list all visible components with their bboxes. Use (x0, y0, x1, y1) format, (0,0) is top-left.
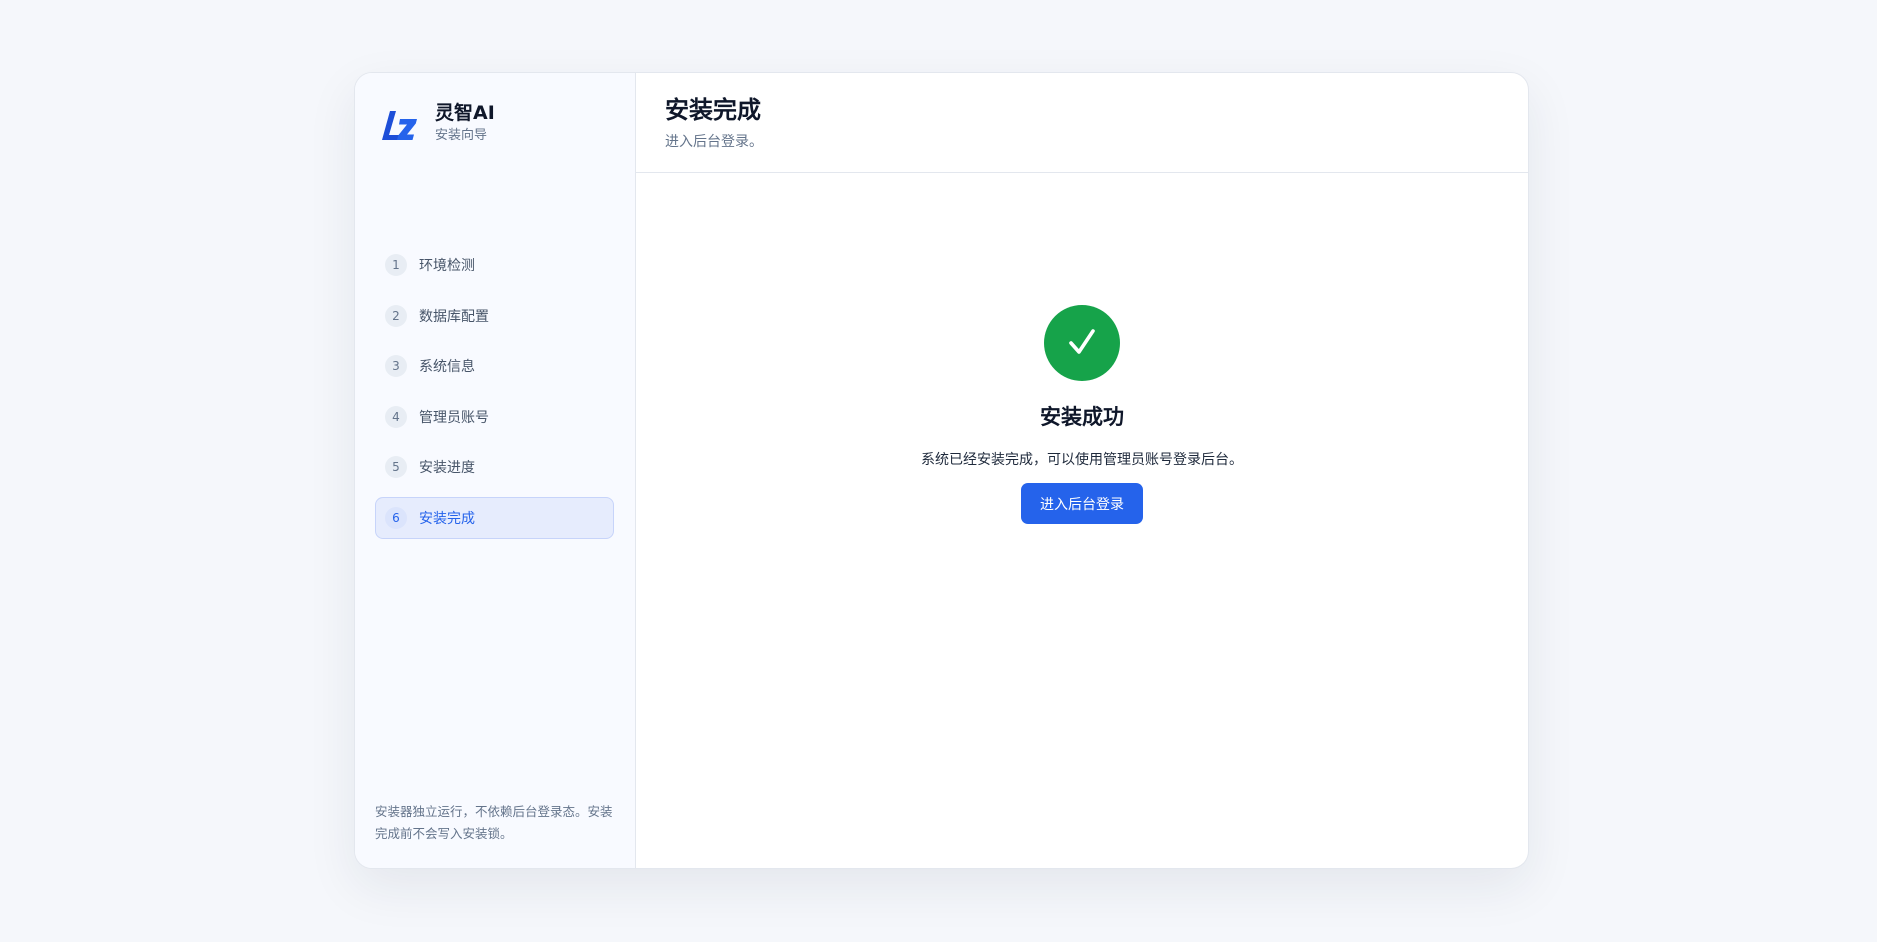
installer-window: 灵智AI 安装向导 1 环境检测 2 数据库配置 3 系统信息 4 管理员账号 (354, 72, 1529, 869)
step-number: 4 (385, 405, 407, 428)
step-label: 管理员账号 (419, 409, 489, 426)
brand: 灵智AI 安装向导 (381, 101, 495, 145)
check-icon (1044, 305, 1120, 381)
step-number: 2 (385, 304, 407, 327)
page-subtitle: 进入后台登录。 (665, 134, 763, 150)
go-to-admin-login-button[interactable]: 进入后台登录 (1021, 483, 1143, 524)
step-item-complete[interactable]: 6 安装完成 (375, 496, 614, 539)
lz-logo-icon (382, 111, 417, 140)
step-item-database[interactable]: 2 数据库配置 (375, 295, 614, 337)
step-list: 1 环境检测 2 数据库配置 3 系统信息 4 管理员账号 5 安装进度 6 安… (375, 244, 614, 547)
step-label: 安装完成 (419, 510, 475, 527)
step-number: 3 (385, 355, 407, 377)
step-item-progress[interactable]: 5 安装进度 (375, 446, 614, 488)
brand-name: 灵智AI (435, 102, 495, 124)
step-item-env-check[interactable]: 1 环境检测 (375, 244, 614, 286)
step-number: 6 (385, 506, 407, 529)
step-number: 1 (385, 254, 407, 276)
page-header: 安装完成 进入后台登录。 (636, 73, 1528, 173)
step-item-admin-account[interactable]: 4 管理员账号 (375, 396, 614, 438)
brand-subtitle: 安装向导 (435, 128, 488, 143)
step-item-system-info[interactable]: 3 系统信息 (375, 345, 614, 387)
step-label: 数据库配置 (419, 308, 489, 325)
step-label: 系统信息 (419, 359, 475, 375)
success-panel: 安装成功 系统已经安装完成，可以使用管理员账号登录后台。 进入后台登录 (636, 305, 1528, 524)
step-label: 环境检测 (419, 258, 475, 274)
main-panel: 安装完成 进入后台登录。 安装成功 系统已经安装完成，可以使用管理员账号登录后台… (636, 73, 1528, 868)
step-number: 5 (385, 456, 407, 478)
page-title: 安装完成 (665, 96, 761, 124)
success-heading: 安装成功 (1040, 405, 1124, 429)
step-label: 安装进度 (419, 460, 475, 476)
sidebar-footnote: 安装器独立运行，不依赖后台登录态。安装完成前不会写入安装锁。 (375, 804, 613, 841)
success-description: 系统已经安装完成，可以使用管理员账号登录后台。 (921, 452, 1243, 468)
sidebar: 灵智AI 安装向导 1 环境检测 2 数据库配置 3 系统信息 4 管理员账号 (355, 73, 636, 868)
